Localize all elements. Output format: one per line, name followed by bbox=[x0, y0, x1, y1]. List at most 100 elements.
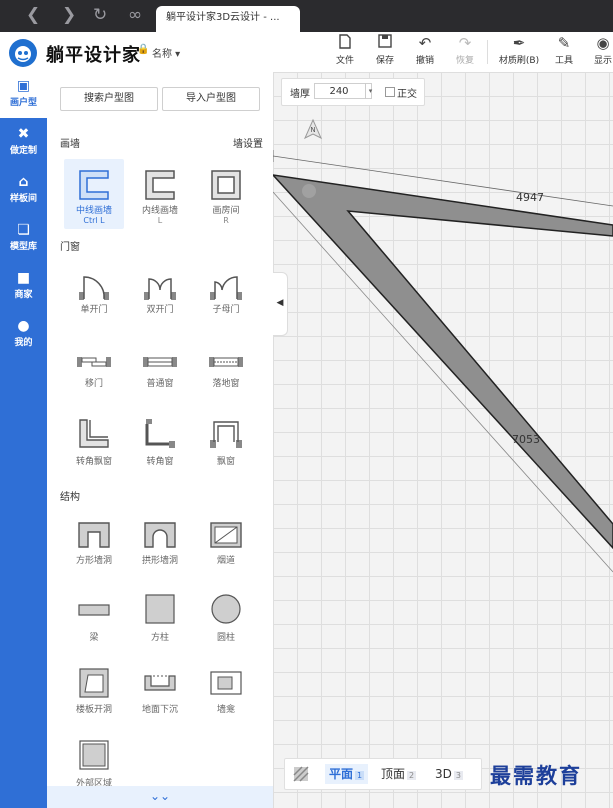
tab-label: 平面 bbox=[329, 767, 354, 781]
shop-icon: ■ bbox=[16, 270, 31, 286]
tool-label: 拱形墙洞 bbox=[141, 556, 178, 566]
tool-shortcut: Ctrl L bbox=[83, 216, 105, 225]
floor-sink-tool[interactable]: 地面下沉 bbox=[130, 668, 190, 715]
sidebar-item-label: 商家 bbox=[14, 290, 33, 300]
square-opening-tool[interactable]: 方形墙洞 bbox=[64, 521, 124, 566]
wall-settings-link[interactable]: 墙设置 bbox=[233, 135, 263, 150]
view-switcher: 平面 1 顶面 2 3D 3 bbox=[284, 758, 482, 790]
expand-more-button[interactable]: ⌄⌄ bbox=[47, 786, 273, 808]
arch-opening-tool[interactable]: 拱形墙洞 bbox=[130, 521, 190, 566]
document-name[interactable]: 名称 ▾ bbox=[152, 45, 180, 60]
tab-shortcut: 1 bbox=[355, 771, 365, 780]
file-icon bbox=[328, 34, 362, 53]
floor-opening-icon bbox=[79, 668, 109, 698]
browser-tab[interactable]: 躺平设计家3D云设计 - ... bbox=[156, 6, 300, 32]
corner-bay-window-tool[interactable]: 转角飘窗 bbox=[64, 418, 124, 467]
bay-window-icon bbox=[210, 421, 242, 448]
dimension-label-left: 7053 bbox=[512, 433, 540, 446]
arch-opening-icon bbox=[144, 522, 176, 548]
tool-label: 梁 bbox=[89, 633, 99, 643]
tab-shortcut: 2 bbox=[407, 771, 417, 780]
file-button[interactable]: 文件 bbox=[328, 34, 362, 66]
undo-icon: ↶ bbox=[418, 34, 432, 52]
reload-icon[interactable]: ↻ bbox=[93, 5, 107, 25]
thickness-label: 墙厚 bbox=[290, 89, 310, 100]
sidebar-item-customize[interactable]: ✖ 做定制 bbox=[0, 120, 47, 166]
forward-icon[interactable]: ❯ bbox=[62, 5, 76, 25]
floorplan-icon: ▣ bbox=[16, 78, 31, 94]
sidebar-item-merchant[interactable]: ■ 商家 bbox=[0, 264, 47, 310]
window-tool[interactable]: 普通窗 bbox=[130, 354, 190, 389]
draw-room-tool[interactable]: 画房间 R bbox=[196, 159, 256, 229]
user-icon: ● bbox=[17, 318, 30, 334]
logo-icon bbox=[9, 39, 37, 67]
tool-label: 楼板开洞 bbox=[75, 705, 112, 715]
sidebar-item-model-library[interactable]: ❏ 模型库 bbox=[0, 216, 47, 262]
undo-label: 撤销 bbox=[415, 56, 434, 66]
tool-label: 单开门 bbox=[80, 305, 108, 315]
french-window-tool[interactable]: 落地窗 bbox=[196, 354, 256, 389]
corner-window-tool[interactable]: 转角窗 bbox=[130, 418, 190, 467]
import-floorplan-button[interactable]: 导入户型图 bbox=[162, 87, 260, 111]
outer-area-icon bbox=[79, 740, 109, 770]
material-brush-button[interactable]: ✒ 材质刷(B) bbox=[498, 34, 540, 66]
sidebar-item-label: 我的 bbox=[14, 338, 33, 348]
centerline-wall-tool[interactable]: 中线画墙 Ctrl L bbox=[64, 159, 124, 229]
thickness-input[interactable]: 240 bbox=[314, 83, 372, 99]
tab-label: 顶面 bbox=[381, 767, 406, 781]
single-door-tool[interactable]: 单开门 bbox=[64, 272, 124, 315]
double-chevron-down-icon: ⌄⌄ bbox=[149, 789, 171, 803]
tab-3d[interactable]: 3D 3 bbox=[431, 764, 467, 784]
ortho-checkbox[interactable] bbox=[385, 87, 395, 97]
redo-label: 恢复 bbox=[455, 56, 474, 66]
ortho-label: 正交 bbox=[397, 89, 417, 100]
tool-label: 方柱 bbox=[150, 633, 169, 643]
floor-sink-icon bbox=[144, 675, 176, 691]
round-column-tool[interactable]: 圆柱 bbox=[196, 594, 256, 643]
sidebar-item-mine[interactable]: ● 我的 bbox=[0, 312, 47, 358]
app-header: 躺平设计家 🔒 名称 ▾ 文件 保存 ↶ 撤销 ↷ 恢复 ✒ 材质刷(B) ✎ … bbox=[0, 32, 613, 73]
sliding-door-tool[interactable]: 移门 bbox=[64, 354, 124, 389]
square-column-tool[interactable]: 方柱 bbox=[130, 594, 190, 643]
left-sidebar: ▣ 画户型 ✖ 做定制 ⌂ 样板间 ❏ 模型库 ■ 商家 ● 我的 bbox=[0, 72, 47, 808]
link-icon[interactable]: ∞ bbox=[128, 5, 142, 25]
compass-letter: N bbox=[310, 126, 315, 134]
tab-ceiling[interactable]: 顶面 2 bbox=[377, 764, 420, 784]
watermark-text: 最需教育 bbox=[490, 763, 582, 788]
flue-tool[interactable]: 烟道 bbox=[196, 521, 256, 566]
tool-label: 内线画墙 bbox=[141, 206, 178, 216]
undo-button[interactable]: ↶ 撤销 bbox=[408, 34, 442, 66]
square-column-icon bbox=[145, 594, 175, 624]
beam-tool[interactable]: 梁 bbox=[64, 594, 124, 643]
search-floorplan-button[interactable]: 搜索户型图 bbox=[60, 87, 158, 111]
sidebar-item-floorplan[interactable]: ▣ 画户型 bbox=[0, 72, 47, 118]
save-button[interactable]: 保存 bbox=[368, 34, 402, 66]
tools-button[interactable]: ✎ 工具 bbox=[547, 34, 581, 66]
mother-child-door-tool[interactable]: 子母门 bbox=[196, 272, 256, 315]
bay-window-tool[interactable]: 飘窗 bbox=[196, 418, 256, 467]
tool-label: 墙龛 bbox=[216, 705, 235, 715]
floor-opening-tool[interactable]: 楼板开洞 bbox=[64, 668, 124, 715]
niche-tool[interactable]: 墙龛 bbox=[196, 668, 256, 715]
double-door-tool[interactable]: 双开门 bbox=[130, 272, 190, 315]
display-button[interactable]: ◉ 显示 bbox=[586, 34, 613, 66]
material-brush-label: 材质刷(B) bbox=[498, 56, 540, 66]
compass-icon: N bbox=[302, 118, 324, 143]
tool-shortcut: L bbox=[157, 216, 163, 225]
home-icon: ⌂ bbox=[18, 174, 29, 190]
outer-area-tool[interactable]: 外部区域 bbox=[64, 740, 124, 789]
tab-plan[interactable]: 平面 1 bbox=[325, 764, 369, 784]
sidebar-item-showroom[interactable]: ⌂ 样板间 bbox=[0, 168, 47, 214]
tool-label: 飘窗 bbox=[216, 457, 235, 467]
save-icon bbox=[368, 34, 402, 53]
tool-label: 烟道 bbox=[216, 556, 235, 566]
sidebar-item-label: 模型库 bbox=[9, 242, 37, 252]
hatch-icon[interactable] bbox=[293, 766, 309, 782]
back-icon[interactable]: ❮ bbox=[26, 5, 40, 25]
double-door-icon bbox=[144, 278, 176, 300]
redo-button[interactable]: ↷ 恢复 bbox=[448, 34, 482, 66]
innerline-wall-tool[interactable]: 内线画墙 L bbox=[130, 159, 190, 229]
thickness-dropdown-icon[interactable]: ▾ bbox=[365, 83, 375, 99]
collapse-panel-button[interactable]: ◀ bbox=[273, 272, 288, 336]
corner-window-icon bbox=[145, 419, 175, 448]
